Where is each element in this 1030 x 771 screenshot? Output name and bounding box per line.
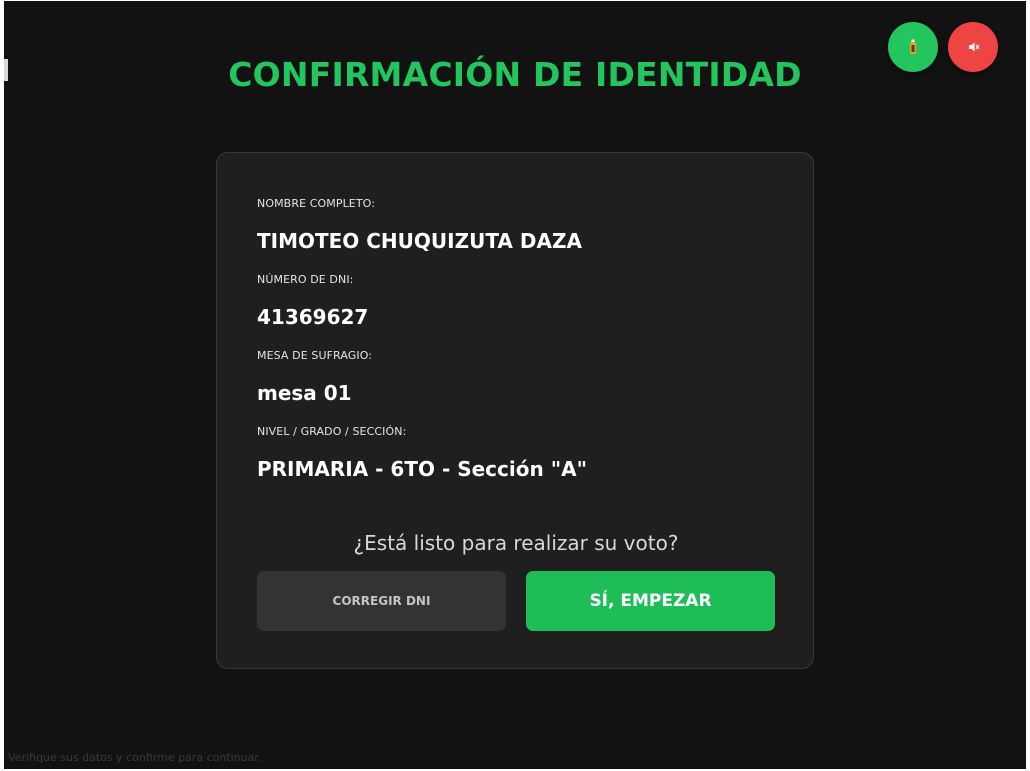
identity-card: NOMBRE COMPLETO: TIMOTEO CHUQUIZUTA DAZA… <box>216 152 814 669</box>
dni-label: NÚMERO DE DNI: <box>257 273 354 286</box>
correct-dni-button[interactable]: CORREGIR DNI <box>257 571 506 631</box>
level-grade-section-value: PRIMARIA - 6TO - Sección "A" <box>257 457 588 481</box>
speaker-muted-icon <box>969 42 980 52</box>
start-voting-button[interactable]: SÍ, EMPEZAR <box>526 571 775 631</box>
ready-prompt: ¿Está listo para realizar su voto? <box>353 531 679 555</box>
accessibility-icon <box>910 39 916 54</box>
dni-value: 41369627 <box>257 305 369 329</box>
identity-confirmation-screen: CONFIRMACIÓN DE IDENTIDAD NOMBRE COMPLET… <box>4 1 1026 769</box>
voting-table-value: mesa 01 <box>257 381 352 405</box>
footer-hint: Verifique sus datos y confirme para cont… <box>8 751 262 764</box>
page-title: CONFIRMACIÓN DE IDENTIDAD <box>228 55 802 94</box>
voting-table-label: MESA DE SUFRAGIO: <box>257 349 373 362</box>
full-name-label: NOMBRE COMPLETO: <box>257 197 376 210</box>
full-name-value: TIMOTEO CHUQUIZUTA DAZA <box>257 229 582 253</box>
level-grade-section-label: NIVEL / GRADO / SECCIÓN: <box>257 425 407 438</box>
